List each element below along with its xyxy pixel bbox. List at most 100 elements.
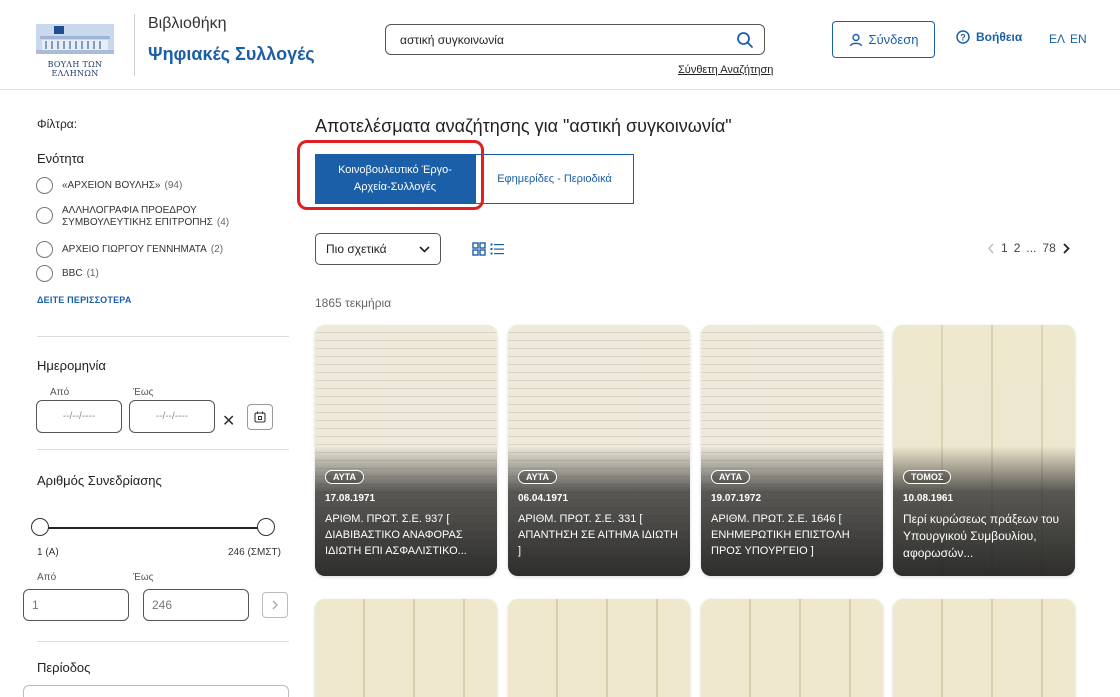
result-card[interactable]: ΑΥΤΑ 06.04.1971 ΑΡΙΘΜ. ΠΡΩΤ. Σ.Ε. 331 [ … <box>508 325 690 576</box>
filter-option[interactable]: ΑΛΛΗΛΟΓΡΑΦΙΑ ΠΡΟΕΔΡΟΥ ΣΥΜΒΟΥΛΕΥΤΙΚΗΣ ΕΠΙ… <box>36 205 296 229</box>
calendar-button[interactable] <box>247 404 273 430</box>
results-title: Αποτελέσματα αναζήτησης για "αστική συγκ… <box>315 116 732 136</box>
search-box <box>385 24 765 55</box>
period-select[interactable] <box>23 685 289 697</box>
session-filter-title: Αριθμός Συνεδρίασης <box>37 473 162 488</box>
result-card[interactable] <box>701 599 883 697</box>
filter-count: (2) <box>210 244 224 255</box>
date-filter-title: Ημερομηνία <box>37 358 106 373</box>
date-to-label: Έως <box>133 387 154 398</box>
result-card[interactable] <box>508 599 690 697</box>
result-card[interactable] <box>893 599 1075 697</box>
see-more-link[interactable]: ΔΕΙΤΕ ΠΕΡΙΣΣΟΤΕΡΑ <box>37 295 132 305</box>
chevron-left-icon[interactable] <box>987 243 995 254</box>
document-thumbnail <box>701 599 883 697</box>
divider <box>37 336 289 337</box>
login-label: Σύνδεση <box>868 32 919 47</box>
card-date: 06.04.1971 <box>518 493 569 504</box>
radio-button[interactable] <box>36 207 53 224</box>
card-badge: ΑΥΤΑ <box>325 470 365 484</box>
filter-option[interactable]: «ΑΡΧΕΙΟΝ ΒΟΥΛΗΣ» (94) <box>36 177 296 194</box>
period-filter-title: Περίοδος <box>37 660 91 675</box>
advanced-search-link[interactable]: Σύνθετη Αναζήτηση <box>678 64 773 76</box>
filter-option[interactable]: BBC (1) <box>36 265 296 282</box>
help-button[interactable]: ? Βοήθεια <box>956 30 1022 44</box>
brand-digital-collections[interactable]: Ψηφιακές Συλλογές <box>148 44 315 65</box>
page-ellipsis: ... <box>1026 241 1037 255</box>
filter-count: (94) <box>164 180 183 191</box>
lang-el[interactable]: ΕΛ <box>1049 32 1065 46</box>
divider <box>37 641 289 642</box>
card-title[interactable]: ΑΡΙΘΜ. ΠΡΩΤ. Σ.Ε. 331 [ ΑΠΑΝΤΗΣΗ ΣΕ ΑΙΤΗ… <box>518 511 684 559</box>
language-switcher: ΕΛ EN <box>1049 32 1092 46</box>
parliament-building-icon <box>36 24 114 54</box>
logo-text: ΒΟΥΛΗ ΤΩΝ ΕΛΛΗΝΩΝ <box>47 60 103 78</box>
grid-view-icon[interactable] <box>472 242 486 256</box>
filter-count: (4) <box>216 217 230 228</box>
search-input[interactable] <box>400 25 720 54</box>
num-from-label: Από <box>37 572 57 583</box>
result-card[interactable]: ΑΥΤΑ 19.07.1972 ΑΡΙΘΜ. ΠΡΩΤ. Σ.Ε. 1646 [… <box>701 325 883 576</box>
date-to-field[interactable]: --/--/---- <box>129 400 215 433</box>
sort-select[interactable]: Πιο σχετικά <box>315 233 441 265</box>
card-date: 19.07.1972 <box>711 493 762 504</box>
session-slider-track[interactable] <box>40 527 266 529</box>
clear-date-icon[interactable]: ✕ <box>222 411 235 431</box>
svg-text:?: ? <box>960 33 966 43</box>
search-icon[interactable] <box>736 31 754 49</box>
radio-button[interactable] <box>36 265 53 282</box>
list-view-icon[interactable] <box>490 242 504 256</box>
slider-max-label: 246 (ΣΜΣΤ) <box>228 547 281 558</box>
card-badge: ΤΟΜΟΣ <box>903 470 952 484</box>
date-from-label: Από <box>50 387 70 398</box>
document-thumbnail <box>893 599 1075 697</box>
chevron-right-icon <box>272 600 278 610</box>
card-title[interactable]: Περί κυρώσεως πράξεων του Υπουργικού Συμ… <box>903 511 1069 562</box>
brand-library[interactable]: Βιβλιοθήκη <box>148 15 227 33</box>
question-circle-icon: ? <box>956 30 970 44</box>
card-badge: ΑΥΤΑ <box>711 470 751 484</box>
login-button[interactable]: Σύνδεση <box>832 21 935 58</box>
filter-label: ΑΛΛΗΛΟΓΡΑΦΙΑ ΠΡΟΕΔΡΟΥ ΣΥΜΒΟΥΛΕΥΤΙΚΗΣ ΕΠΙ… <box>62 205 213 228</box>
chevron-down-icon <box>419 245 430 253</box>
filters-sidebar: Φίλτρα: Ενότητα «ΑΡΧΕΙΟΝ ΒΟΥΛΗΣ» (94) ΑΛΛ… <box>0 91 300 697</box>
logo-divider <box>134 14 135 76</box>
result-card[interactable]: ΑΥΤΑ 17.08.1971 ΑΡΙΘΜ. ΠΡΩΤ. Σ.Ε. 937 [ … <box>315 325 497 576</box>
tab-newspapers[interactable]: Εφημερίδες - Περιοδικά <box>475 154 634 204</box>
slider-min-label: 1 (Α) <box>37 547 59 558</box>
filter-label: «ΑΡΧΕΙΟΝ ΒΟΥΛΗΣ» <box>62 180 161 191</box>
filters-label: Φίλτρα: <box>37 117 78 131</box>
radio-button[interactable] <box>36 177 53 194</box>
items-count: 1865 τεκμήρια <box>315 296 392 310</box>
divider <box>37 449 289 450</box>
parliament-logo[interactable]: ΒΟΥΛΗ ΤΩΝ ΕΛΛΗΝΩΝ <box>24 24 126 78</box>
card-title[interactable]: ΑΡΙΘΜ. ΠΡΩΤ. Σ.Ε. 1646 [ ΕΝΗΜΕΡΩΤΙΚΗ ΕΠΙ… <box>711 511 877 559</box>
card-date: 17.08.1971 <box>325 493 376 504</box>
result-card[interactable]: ΤΟΜΟΣ 10.08.1961 Περί κυρώσεως πράξεων τ… <box>893 325 1075 576</box>
card-title[interactable]: ΑΡΙΘΜ. ΠΡΩΤ. Σ.Ε. 937 [ ΔΙΑΒΙΒΑΣΤΙΚΟ ΑΝΑ… <box>325 511 491 559</box>
session-to-input[interactable]: 246 <box>143 589 249 621</box>
date-from-field[interactable]: --/--/---- <box>36 400 122 433</box>
user-icon <box>849 33 862 46</box>
apply-session-button[interactable] <box>262 592 288 618</box>
result-card[interactable] <box>315 599 497 697</box>
page-2[interactable]: 2 <box>1014 241 1021 255</box>
radio-button[interactable] <box>36 241 53 258</box>
filter-option[interactable]: ΑΡΧΕΙΟ ΓΙΩΡΓΟΥ ΓΕΝΝΗΜΑΤΑ (2) <box>36 241 296 258</box>
card-badge: ΑΥΤΑ <box>518 470 558 484</box>
slider-max-handle[interactable] <box>257 518 275 536</box>
document-thumbnail <box>315 599 497 697</box>
session-from-input[interactable]: 1 <box>23 589 129 621</box>
lang-en[interactable]: EN <box>1070 32 1087 46</box>
card-date: 10.08.1961 <box>903 493 954 504</box>
chevron-right-icon[interactable] <box>1062 242 1071 254</box>
tab-parliamentary-work[interactable]: Κοινοβουλευτικό Έργο-Αρχεία-Συλλογές <box>315 154 475 204</box>
num-to-label: Έως <box>133 572 154 583</box>
filter-label: ΑΡΧΕΙΟ ΓΙΩΡΓΟΥ ΓΕΝΝΗΜΑΤΑ <box>62 244 207 255</box>
pagination: 1 2 ... 78 <box>987 241 1071 255</box>
section-filter-title: Ενότητα <box>37 151 85 166</box>
help-label: Βοήθεια <box>976 30 1023 44</box>
slider-min-handle[interactable] <box>31 518 49 536</box>
page-last[interactable]: 78 <box>1042 241 1055 255</box>
page-1[interactable]: 1 <box>1001 241 1008 255</box>
